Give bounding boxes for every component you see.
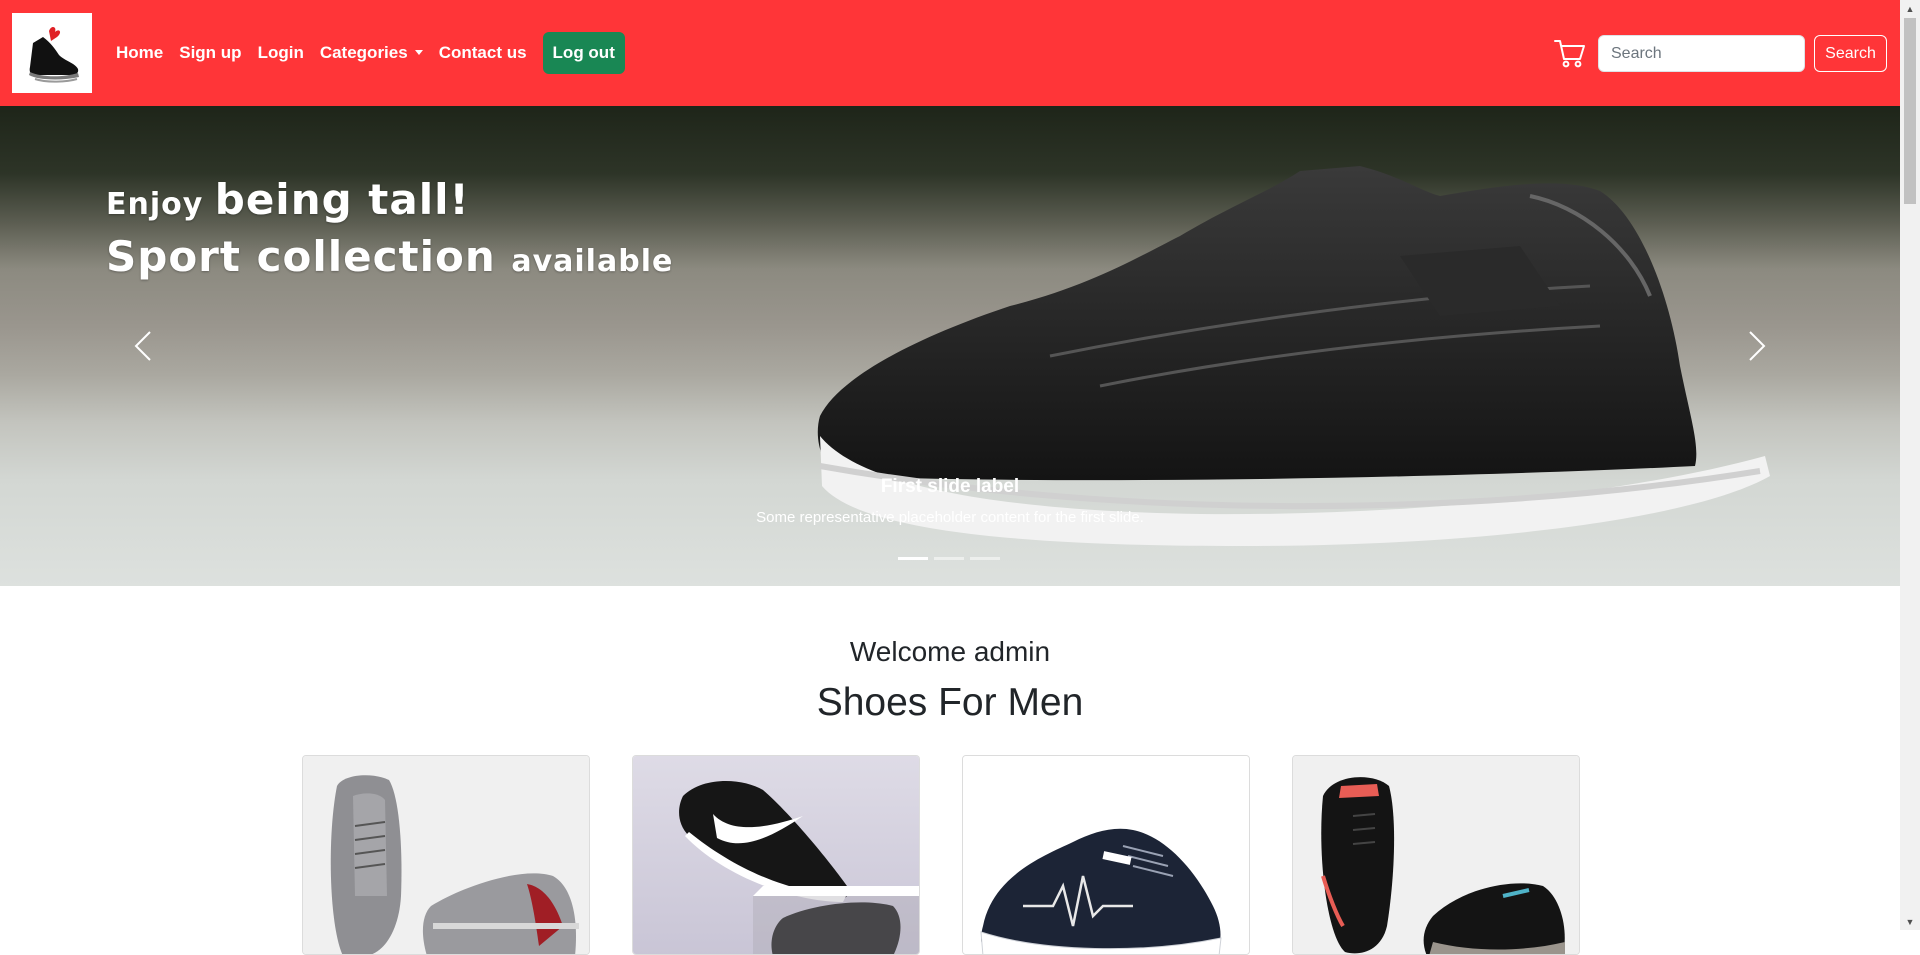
shoe-logo-icon bbox=[29, 26, 79, 83]
navy-sneaker-image bbox=[963, 756, 1249, 954]
headline-being-tall: being tall! bbox=[214, 175, 470, 224]
product-card[interactable] bbox=[632, 755, 920, 955]
caret-down-icon bbox=[414, 50, 423, 55]
indicator-slide-3[interactable] bbox=[970, 557, 1000, 560]
grey-sneakers-image bbox=[303, 756, 589, 954]
indicator-slide-2[interactable] bbox=[934, 557, 964, 560]
hero-headline: Enjoy being tall! Sport collection avail… bbox=[106, 176, 673, 290]
search-button[interactable]: Search bbox=[1814, 35, 1887, 72]
nav-home[interactable]: Home bbox=[108, 43, 171, 63]
search-input[interactable] bbox=[1598, 35, 1805, 72]
carousel-indicators bbox=[898, 557, 1000, 560]
scroll-down-icon[interactable]: ▼ bbox=[1900, 913, 1920, 930]
black-running-shoes-image bbox=[633, 756, 919, 954]
slide-caption-title: First slide label bbox=[880, 476, 1020, 497]
hero-carousel: Enjoy being tall! Sport collection avail… bbox=[0, 106, 1900, 586]
scrollbar-thumb[interactable] bbox=[1904, 18, 1916, 204]
nav-categories-label: Categories bbox=[319, 43, 408, 62]
nav-categories-dropdown[interactable]: Categories bbox=[312, 43, 431, 63]
chevron-left-icon[interactable] bbox=[124, 326, 164, 366]
welcome-heading: Welcome admin bbox=[849, 636, 1051, 667]
product-card[interactable] bbox=[302, 755, 590, 955]
navbar: Home Sign up Login Categories Contact us… bbox=[0, 0, 1900, 106]
product-card[interactable] bbox=[962, 755, 1250, 955]
headline-available: available bbox=[511, 244, 674, 279]
black-sport-shoes-image bbox=[1293, 756, 1579, 954]
headline-sport-collection: Sport collection bbox=[106, 232, 512, 281]
scroll-up-icon[interactable]: ▲ bbox=[1900, 0, 1920, 17]
nav-links: Home Sign up Login Categories Contact us… bbox=[108, 30, 625, 76]
chevron-right-icon[interactable] bbox=[1736, 326, 1776, 366]
section-title: Shoes For Men bbox=[816, 681, 1084, 724]
brand-logo[interactable] bbox=[12, 13, 92, 93]
cart-icon[interactable] bbox=[1553, 36, 1587, 70]
slide-caption-text: Some representative placeholder content … bbox=[756, 509, 1144, 526]
indicator-slide-1[interactable] bbox=[898, 557, 928, 560]
nav-login[interactable]: Login bbox=[250, 43, 312, 63]
nav-signup[interactable]: Sign up bbox=[171, 43, 249, 63]
product-card[interactable] bbox=[1292, 755, 1580, 955]
page-scrollbar[interactable]: ▲ ▼ bbox=[1900, 0, 1920, 930]
headline-enjoy: Enjoy bbox=[106, 187, 215, 222]
nav-contact[interactable]: Contact us bbox=[431, 43, 535, 63]
logout-button[interactable]: Log out bbox=[542, 32, 625, 74]
